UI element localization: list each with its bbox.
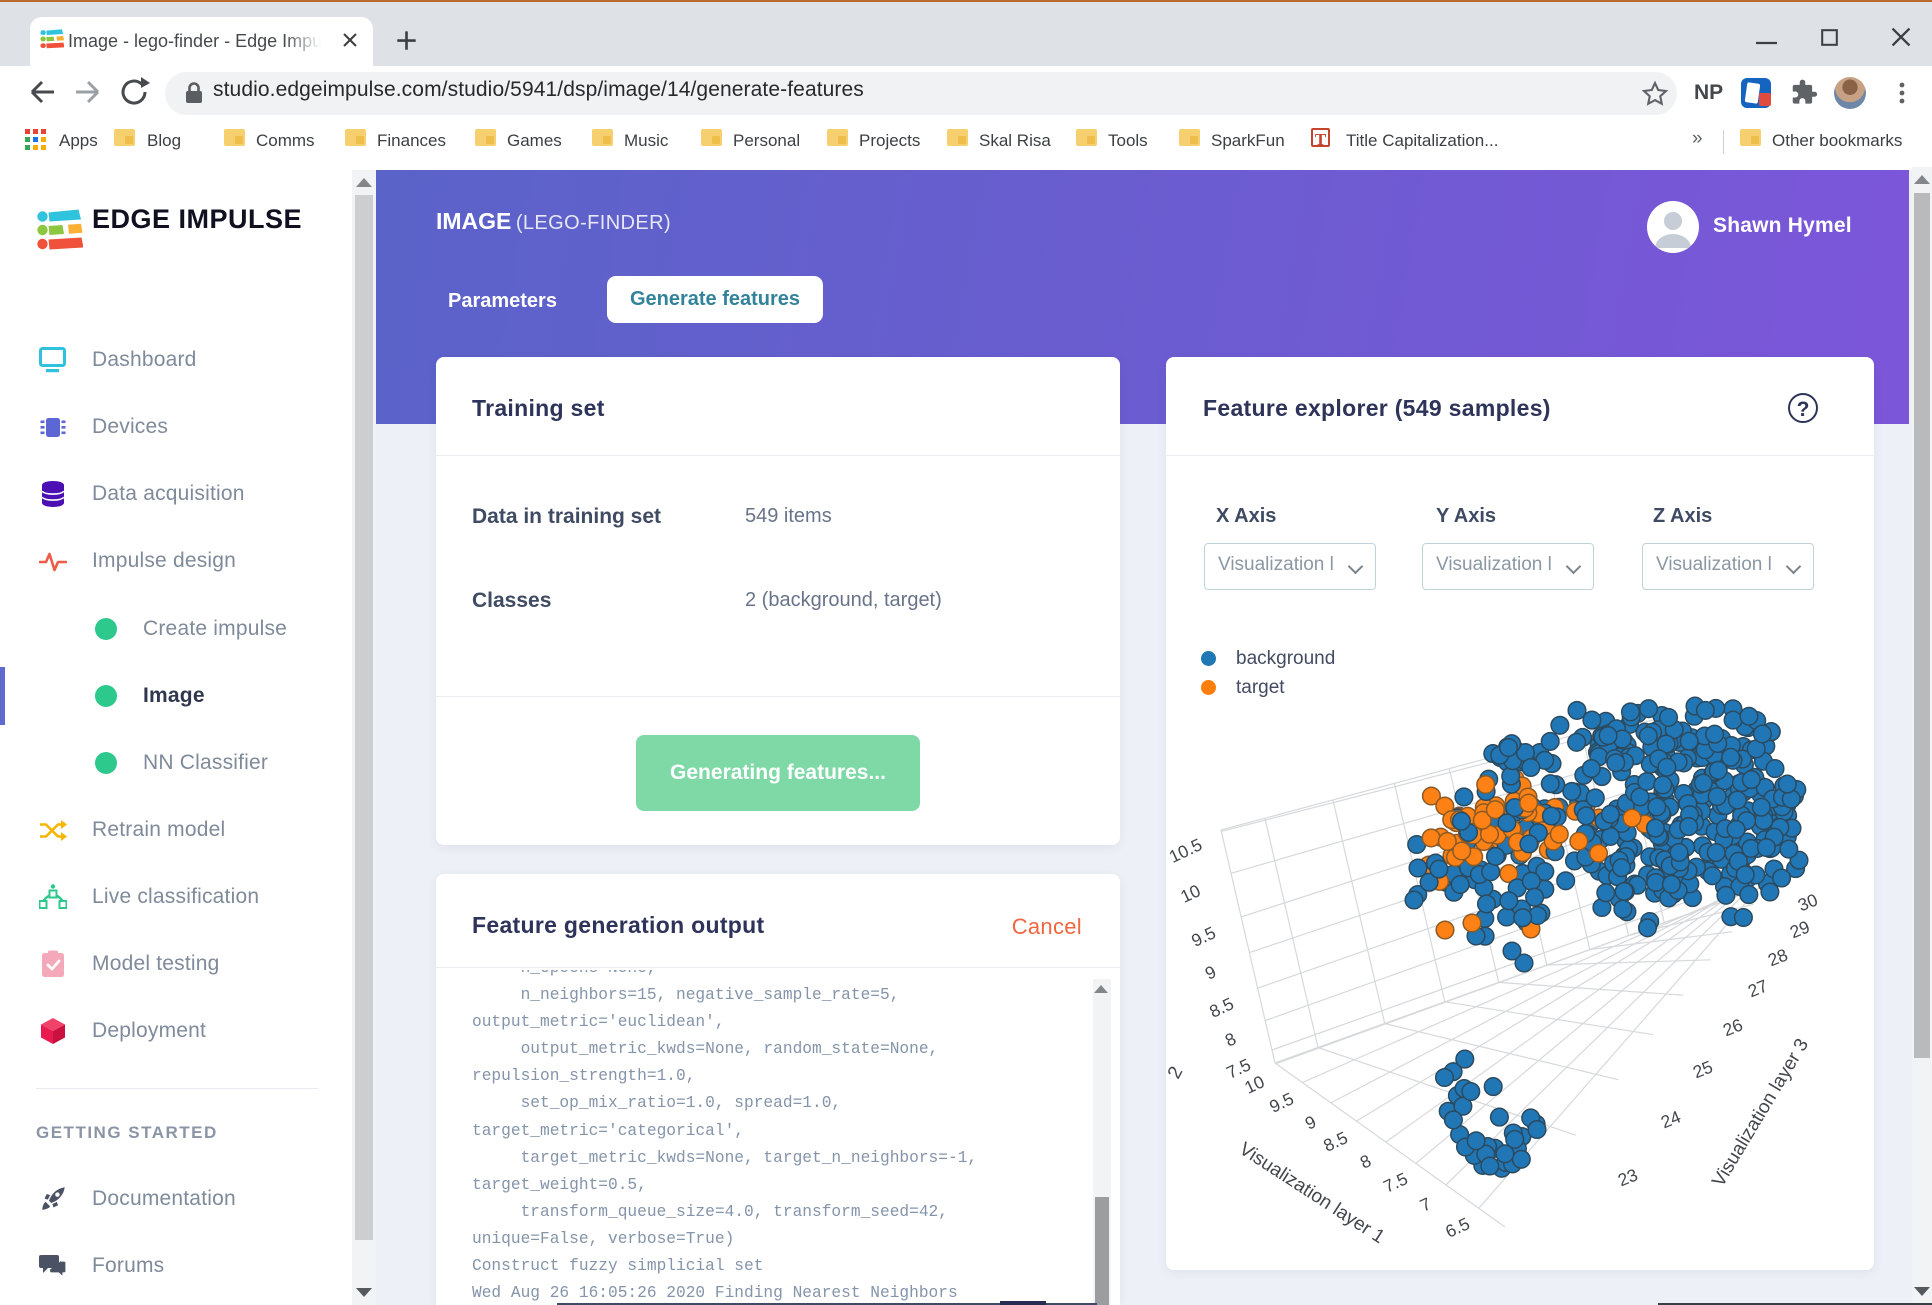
svg-text:Visualization layer 3: Visualization layer 3: [1708, 1035, 1813, 1190]
svg-text:26: 26: [1720, 1015, 1746, 1041]
svg-text:6.5: 6.5: [1442, 1213, 1473, 1241]
svg-text:7: 7: [1417, 1193, 1434, 1215]
svg-text:10.5: 10.5: [1166, 834, 1205, 867]
svg-text:8.5: 8.5: [1320, 1127, 1351, 1155]
svg-text:8.5: 8.5: [1206, 993, 1237, 1021]
svg-text:28: 28: [1765, 945, 1791, 971]
svg-text:9.5: 9.5: [1188, 922, 1219, 950]
svg-text:23: 23: [1615, 1165, 1641, 1191]
svg-text:24: 24: [1658, 1106, 1684, 1132]
svg-text:9: 9: [1202, 961, 1219, 983]
svg-text:8: 8: [1222, 1028, 1239, 1050]
svg-text:30: 30: [1795, 889, 1821, 915]
svg-text:29: 29: [1787, 917, 1813, 943]
svg-text:7.5: 7.5: [1380, 1168, 1411, 1196]
svg-text:27: 27: [1745, 976, 1771, 1002]
svg-text:10: 10: [1177, 880, 1203, 906]
svg-text:8: 8: [1357, 1150, 1374, 1172]
svg-text:2: 2: [1166, 1063, 1187, 1082]
svg-text:9.5: 9.5: [1266, 1088, 1297, 1116]
svg-text:25: 25: [1690, 1057, 1716, 1083]
svg-text:9: 9: [1302, 1111, 1319, 1133]
